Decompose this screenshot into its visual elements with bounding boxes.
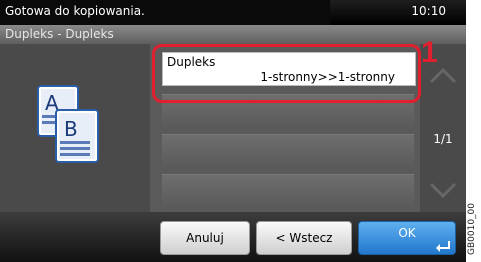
svg-text:B: B: [64, 117, 78, 141]
list-item-empty: [162, 134, 414, 167]
ok-button-label: OK: [398, 226, 416, 240]
page-indicator: 1/1: [433, 132, 453, 146]
bottom-button-bar: Anuluj < Wstecz OK: [0, 212, 466, 262]
highlight-callout-frame: [152, 44, 421, 103]
status-bar: Gotowa do kopiowania. 10:10: [0, 0, 466, 25]
breadcrumb: Dupleks - Dupleks: [0, 25, 466, 44]
back-button[interactable]: < Wstecz: [256, 221, 352, 255]
status-message-area: Gotowa do kopiowania.: [0, 0, 330, 25]
scroll-down-button[interactable]: [425, 174, 461, 206]
list-item-empty: [162, 174, 414, 207]
enter-icon: [436, 241, 450, 252]
preview-panel: A B: [0, 44, 150, 212]
screen-title: Dupleks - Dupleks: [5, 27, 114, 41]
status-message: Gotowa do kopiowania.: [5, 4, 145, 18]
cancel-button[interactable]: Anuluj: [160, 221, 250, 255]
callout-number: 1: [421, 36, 438, 69]
clock: 10:10: [411, 4, 446, 18]
ok-button[interactable]: OK: [358, 221, 456, 255]
duplex-document-icon: A B: [37, 85, 99, 163]
figure-code: GB0010_00: [467, 202, 481, 255]
figure-code-text: GB0010_00: [467, 202, 477, 255]
copier-screen: Gotowa do kopiowania. 10:10 Dupleks - Du…: [0, 0, 466, 262]
